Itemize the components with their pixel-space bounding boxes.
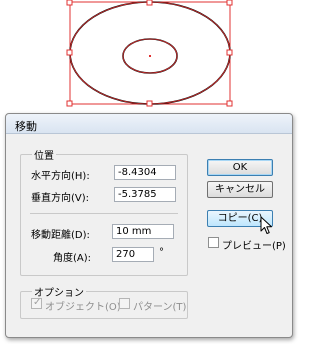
selection-handles xyxy=(66,0,233,107)
dialog-title: 移動 xyxy=(15,120,37,133)
ok-button[interactable]: OK xyxy=(207,159,273,176)
cancel-button[interactable]: キャンセル xyxy=(207,181,273,198)
selected-ellipses[interactable] xyxy=(0,0,300,108)
vertical-label: 垂直方向(V): xyxy=(31,193,90,204)
outer-ellipse xyxy=(69,1,231,105)
pattern-checkbox-label: パターン(T) xyxy=(133,302,187,313)
vertical-input[interactable]: -5.3785 xyxy=(114,187,176,202)
mouse-pointer-icon xyxy=(260,216,272,234)
angle-label: 角度(A): xyxy=(53,253,92,264)
angle-unit: ° xyxy=(159,247,164,258)
horizontal-label: 水平方向(H): xyxy=(31,171,90,182)
preview-checkbox-label: プレビュー(P) xyxy=(222,241,286,252)
position-group-label: 位置 xyxy=(32,147,56,162)
dialog-titlebar[interactable]: 移動 xyxy=(6,114,292,134)
pattern-checkbox[interactable] xyxy=(119,298,130,309)
object-checkbox-label: オブジェクト(O) xyxy=(45,302,121,313)
check-icon: ✓ xyxy=(33,297,42,308)
center-point xyxy=(149,55,151,57)
artboard-canvas[interactable] xyxy=(0,0,300,108)
distance-input[interactable]: 10 mm xyxy=(112,224,174,239)
move-dialog: 移動 位置 水平方向(H): -8.4304 垂直方向(V): -5.3785 … xyxy=(5,113,293,338)
horizontal-input[interactable]: -8.4304 xyxy=(114,165,176,180)
preview-checkbox[interactable] xyxy=(208,237,219,248)
angle-input[interactable]: 270 xyxy=(112,247,154,262)
object-checkbox[interactable]: ✓ xyxy=(31,297,42,309)
group-separator xyxy=(30,213,178,214)
distance-label: 移動距離(D): xyxy=(31,230,90,241)
